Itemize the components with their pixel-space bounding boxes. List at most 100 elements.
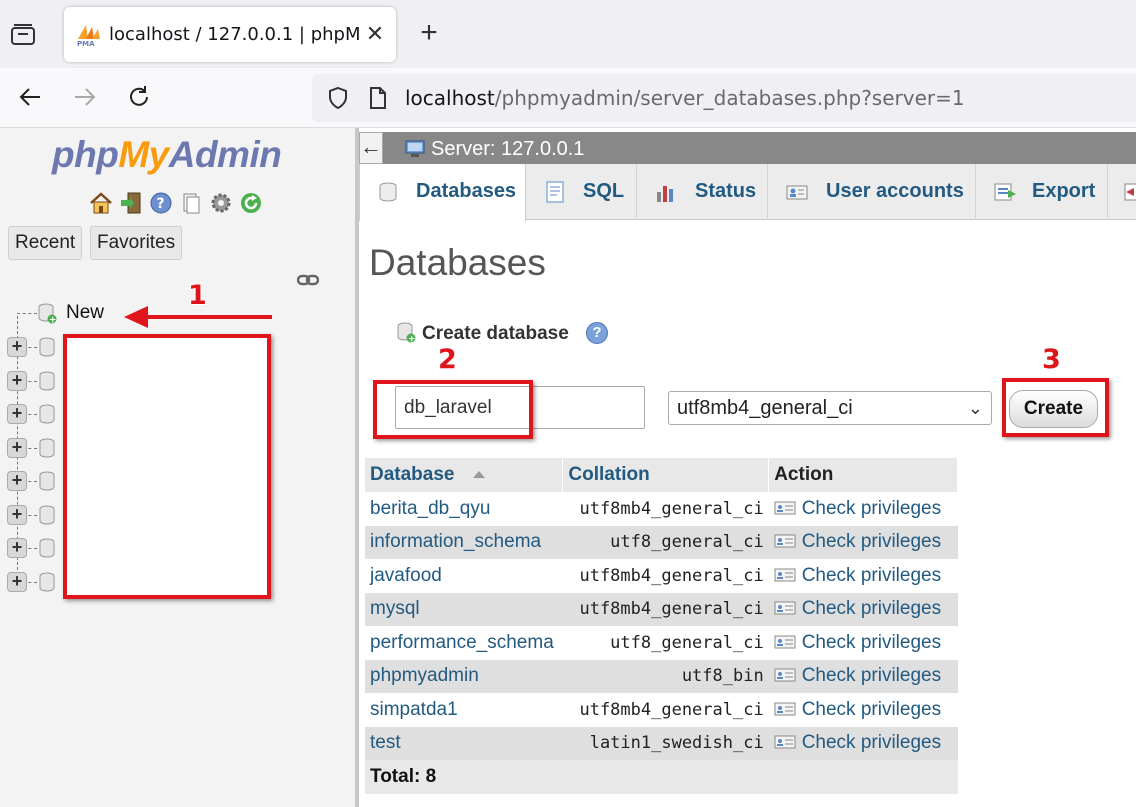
create-database-label: Create database [422, 323, 569, 344]
back-icon[interactable] [15, 82, 45, 112]
table-row: javafood utf8mb4_general_ci Check privileg… [365, 559, 958, 593]
total-count: Total: 8 [365, 760, 958, 794]
settings-gear-icon[interactable] [208, 190, 234, 216]
page-icon[interactable] [368, 86, 388, 110]
table-total-row: Total: 8 [365, 760, 958, 794]
documentation-icon[interactable] [178, 190, 204, 216]
expand-icon[interactable]: + [7, 370, 27, 391]
tab-import[interactable] [1108, 164, 1136, 220]
expand-icon[interactable]: + [7, 404, 27, 424]
collation-cell: utf8mb4_general_ci [562, 559, 769, 593]
collation-cell: utf8mb4_general_ci [562, 592, 769, 626]
database-name-link[interactable]: phpmyadmin [365, 659, 563, 693]
check-privileges-link[interactable]: Check privileges [768, 693, 958, 727]
new-database-link[interactable]: New [66, 302, 104, 324]
annotation-step-3: 3 [1042, 344, 1061, 375]
check-privileges-link[interactable]: Check privileges [768, 525, 958, 559]
home-icon[interactable] [88, 190, 114, 216]
annotation-box-3 [1002, 378, 1109, 437]
logo-my: My [118, 134, 169, 175]
privileges-icon [774, 666, 796, 682]
url-host: localhost [405, 86, 495, 110]
reload-navigation-icon[interactable] [238, 190, 264, 216]
sort-ascending-icon [472, 471, 485, 478]
check-privileges-link[interactable]: Check privileges [768, 626, 958, 660]
tree-branch [17, 313, 37, 314]
link-chain-icon[interactable] [296, 272, 320, 288]
tab-export[interactable]: Export [976, 164, 1108, 220]
url-path: /phpmyadmin/server_databases.php?server=… [494, 86, 965, 110]
browser-nav-bar: localhost/phpmyadmin/server_databases.ph… [0, 68, 1136, 128]
browser-tab-title: localhost / 127.0.0.1 | phpMyAdmin [109, 24, 359, 45]
database-icon [37, 571, 57, 593]
expand-icon[interactable]: + [7, 437, 27, 458]
expand-icon[interactable]: + [7, 504, 27, 525]
export-icon [992, 180, 1018, 204]
database-name-link[interactable]: performance_schema [365, 626, 563, 660]
server-label[interactable]: Server: 127.0.0.1 [431, 138, 584, 161]
logout-icon[interactable] [118, 190, 144, 216]
tab-status[interactable]: Status [637, 164, 768, 220]
check-privileges-link[interactable]: Check privileges [768, 559, 958, 593]
databases-table: Database Collation Action berita_db_qyu u… [365, 458, 958, 794]
annotation-step-1: 1 [188, 280, 207, 311]
tab-databases[interactable]: Databases [359, 164, 526, 221]
database-name-link[interactable]: test [365, 726, 563, 760]
forward-icon[interactable] [70, 82, 100, 112]
tab-databases-label: Databases [416, 180, 517, 202]
column-header-collation[interactable]: Collation [562, 458, 770, 492]
privileges-icon [774, 532, 796, 548]
reload-icon[interactable] [124, 82, 154, 112]
favorites-tab[interactable]: Favorites [90, 226, 183, 260]
tab-sql[interactable]: SQL [526, 164, 637, 220]
expand-icon[interactable]: + [7, 337, 27, 357]
phpmyadmin-favicon-icon: PMA [76, 23, 102, 48]
table-row: berita_db_qyu utf8mb4_general_ci Check pri… [365, 492, 958, 526]
collation-cell: utf8_bin [562, 659, 769, 693]
main-content: ← Server: 127.0.0.1 Databases SQL Status… [359, 128, 1136, 807]
database-icon [37, 470, 57, 492]
close-tab-icon[interactable]: ✕ [362, 21, 388, 47]
create-database-icon: + [396, 321, 416, 345]
database-name-link[interactable]: simpatda1 [365, 693, 563, 727]
database-name-link[interactable]: berita_db_qyu [365, 492, 563, 526]
expand-icon[interactable]: + [7, 571, 27, 592]
tab-list-icon[interactable] [8, 20, 38, 50]
collapse-navigation-button[interactable]: ← [359, 132, 383, 164]
recent-tab[interactable]: Recent [8, 226, 83, 260]
new-tab-icon[interactable]: + [414, 18, 444, 48]
database-name-link[interactable]: javafood [365, 559, 563, 593]
check-privileges-link[interactable]: Check privileges [768, 659, 958, 693]
check-privileges-link[interactable]: Check privileges [768, 726, 958, 760]
privileges-icon [774, 566, 796, 582]
status-icon [653, 180, 679, 204]
phpmyadmin-logo[interactable]: phpMyAdmin [52, 134, 282, 176]
column-header-database[interactable]: Database [365, 458, 564, 492]
browser-tab[interactable]: PMA localhost / 127.0.0.1 | phpMyAdmin ✕ [64, 7, 396, 62]
check-privileges-label: Check privileges [801, 732, 942, 754]
database-name-link[interactable]: mysql [365, 592, 563, 626]
expand-icon[interactable]: + [7, 471, 27, 491]
help-docs-icon[interactable]: ? [148, 190, 174, 216]
tab-user-accounts[interactable]: User accounts [768, 164, 976, 220]
url-text[interactable]: localhost/phpmyadmin/server_databases.ph… [405, 86, 965, 110]
collation-select[interactable]: utf8mb4_general_ci ⌄ [668, 391, 992, 425]
collation-select-value: utf8mb4_general_ci [677, 397, 853, 419]
table-row: mysql utf8mb4_general_ci Check privileges [365, 592, 958, 626]
check-privileges-link[interactable]: Check privileges [768, 492, 958, 526]
expand-icon[interactable]: + [7, 538, 27, 558]
server-breadcrumb-bar: ← Server: 127.0.0.1 [359, 132, 1136, 164]
table-row: test latin1_swedish_ci Check privileges [365, 726, 958, 760]
svg-text:?: ? [157, 196, 165, 212]
database-name-link[interactable]: information_schema [365, 525, 563, 559]
url-bar[interactable]: localhost/phpmyadmin/server_databases.ph… [312, 74, 1136, 122]
check-privileges-label: Check privileges [801, 631, 942, 653]
check-privileges-link[interactable]: Check privileges [768, 592, 958, 626]
shield-icon[interactable] [326, 86, 350, 110]
table-row: simpatda1 utf8mb4_general_ci Check privile… [365, 693, 958, 727]
annotation-step-2: 2 [438, 344, 457, 375]
help-icon[interactable]: ? [586, 322, 608, 344]
privileges-icon [774, 599, 796, 615]
annotation-box-hidden-names [63, 334, 271, 599]
database-icon [376, 180, 402, 204]
